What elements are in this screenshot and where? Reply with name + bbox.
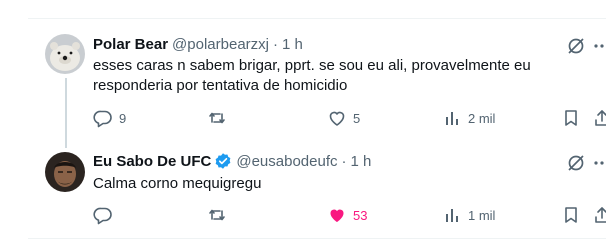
- separator-dot: ·: [272, 35, 278, 53]
- retweet-button[interactable]: [207, 108, 233, 128]
- reply-icon: [93, 108, 113, 128]
- tweet-header: Eu Sabo De UFC @eusabodeufc · 1 h: [93, 151, 371, 171]
- views-count: 1 mil: [468, 207, 496, 223]
- reply-icon: [93, 205, 113, 225]
- verified-badge-icon: [214, 152, 232, 170]
- display-name[interactable]: Polar Bear: [93, 36, 168, 53]
- like-count: 53: [353, 207, 368, 223]
- bottom-divider: [28, 238, 606, 239]
- like-button[interactable]: 5: [327, 108, 360, 128]
- reply-count: 9: [119, 110, 127, 126]
- reply-button[interactable]: 9: [93, 108, 126, 128]
- grok-icon[interactable]: [566, 36, 586, 56]
- top-divider: [28, 18, 606, 19]
- bookmark-icon: [561, 205, 581, 225]
- heart-icon: [327, 108, 347, 128]
- reply-button[interactable]: [93, 205, 119, 225]
- tweet-header: Polar Bear @polarbearzxj · 1 h: [93, 34, 303, 54]
- separator-dot: ·: [341, 152, 347, 170]
- display-name[interactable]: Eu Sabo De UFC: [93, 153, 211, 170]
- bookmark-icon: [561, 108, 581, 128]
- share-button[interactable]: [592, 205, 606, 225]
- grok-icon[interactable]: [566, 153, 586, 173]
- views-count: 2 mil: [468, 110, 496, 126]
- views-icon: [442, 108, 462, 128]
- bookmark-button[interactable]: [561, 205, 581, 225]
- user-handle[interactable]: @polarbearzxj: [172, 36, 269, 53]
- share-button[interactable]: [592, 108, 606, 128]
- retweet-icon: [207, 108, 227, 128]
- timestamp[interactable]: 1 h: [351, 153, 372, 170]
- views-button[interactable]: 2 mil: [442, 108, 495, 128]
- views-icon: [442, 205, 462, 225]
- user-handle[interactable]: @eusabodeufc: [236, 153, 337, 170]
- views-button[interactable]: 1 mil: [442, 205, 495, 225]
- heart-icon: [327, 205, 347, 225]
- avatar[interactable]: [45, 34, 85, 74]
- like-button[interactable]: 53: [327, 205, 367, 225]
- share-icon: [592, 108, 606, 128]
- more-icon[interactable]: [592, 153, 606, 173]
- thread-connector-line: [65, 78, 67, 148]
- more-icon[interactable]: [592, 36, 606, 56]
- like-count: 5: [353, 110, 361, 126]
- tweet-text: Calma corno mequigregu: [93, 175, 262, 192]
- avatar[interactable]: [45, 152, 85, 192]
- tweet-text: esses caras n sabem brigar, pprt. se sou…: [93, 57, 531, 94]
- retweet-button[interactable]: [207, 205, 233, 225]
- timestamp[interactable]: 1 h: [282, 36, 303, 53]
- share-icon: [592, 205, 606, 225]
- bookmark-button[interactable]: [561, 108, 581, 128]
- retweet-icon: [207, 205, 227, 225]
